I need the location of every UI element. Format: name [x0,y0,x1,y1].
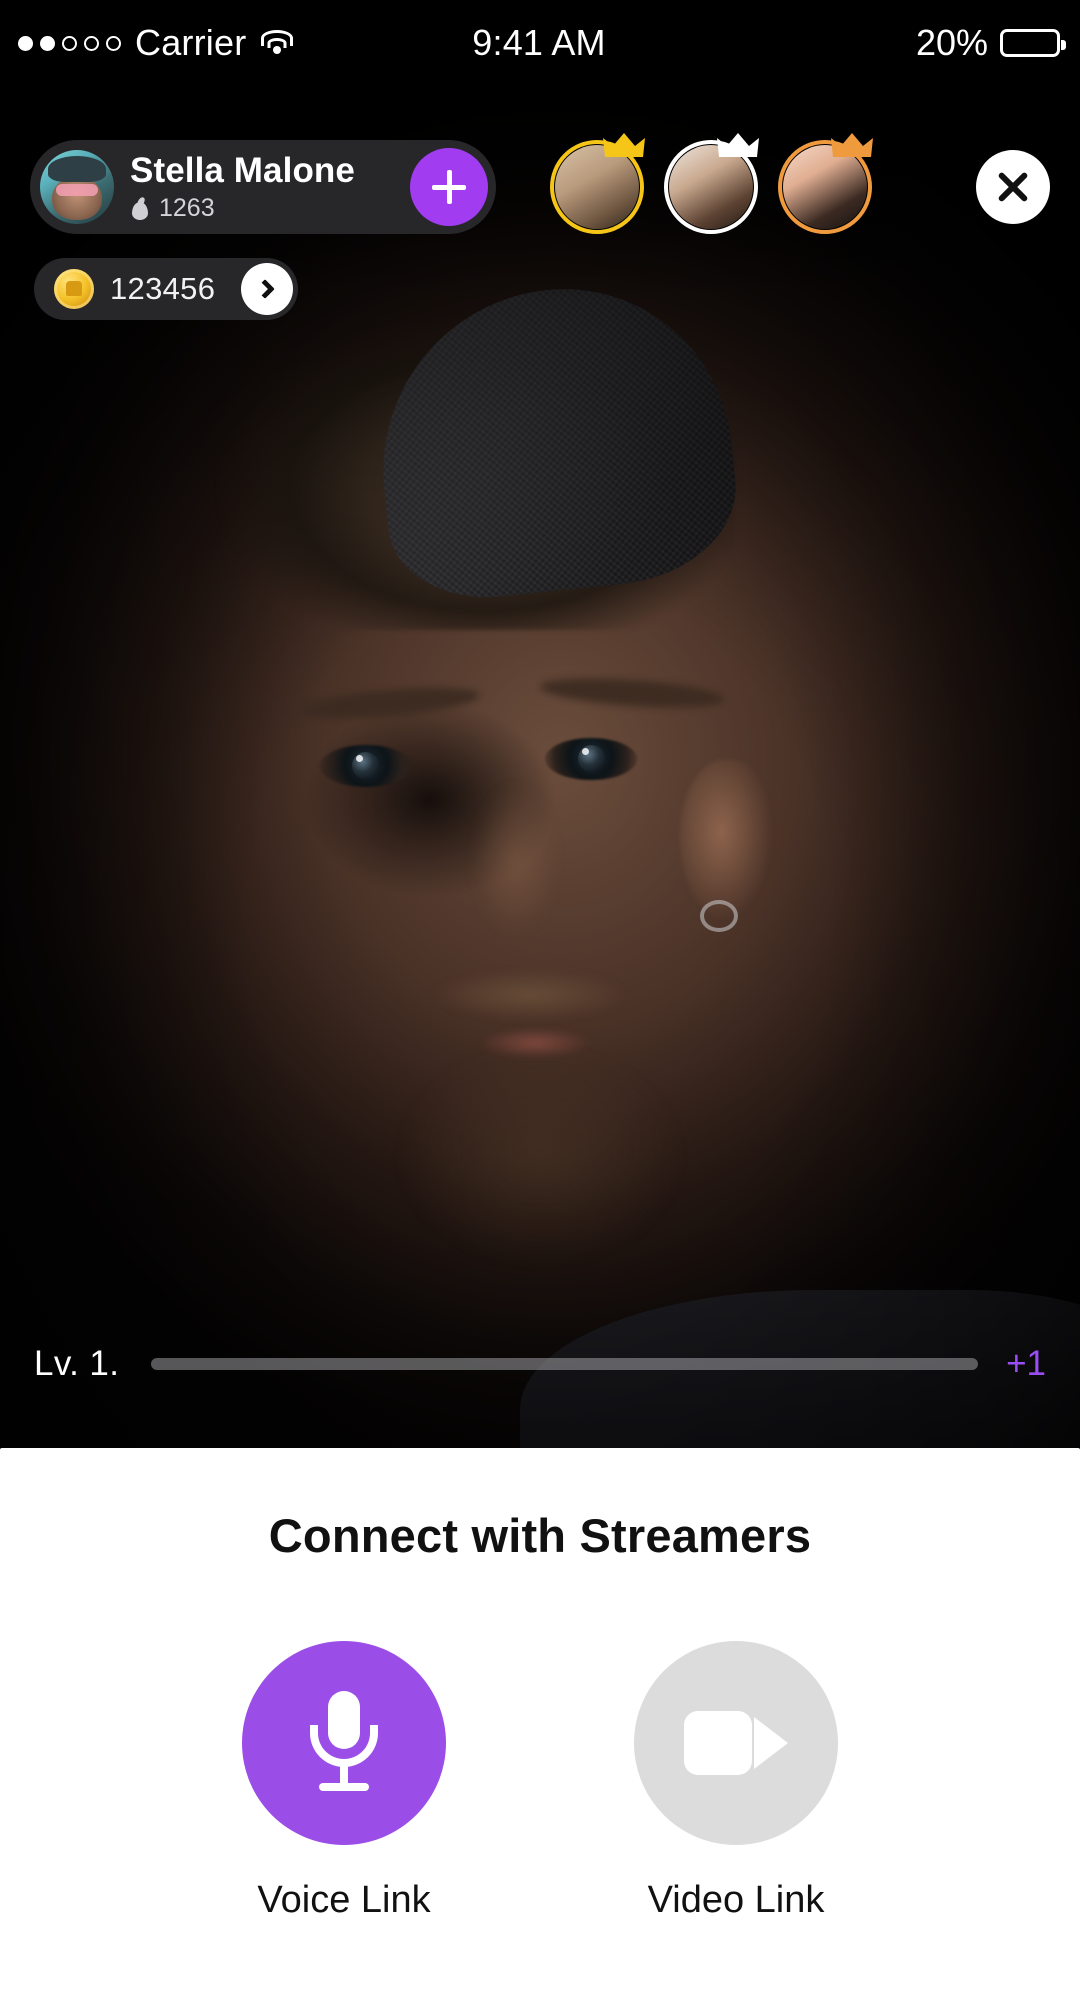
video-camera-icon [684,1711,788,1775]
stream-header: Stella Malone 1263 123456 [0,133,1080,320]
status-bar-left: Carrier [0,22,472,64]
coin-recharge-button[interactable] [241,263,294,315]
close-button[interactable] [976,150,1050,224]
silver-crown-icon [717,133,759,157]
top-viewer-1[interactable] [550,133,645,234]
connect-options: Voice Link Video Link [0,1641,1080,1922]
status-bar-right: 20% [606,22,1080,64]
battery-icon [1000,29,1067,57]
voice-link-button[interactable] [242,1641,446,1845]
top-viewer-2[interactable] [664,133,759,234]
level-track[interactable] [151,1358,979,1370]
heat-count: 1263 [159,194,215,222]
coin-balance: 123456 [110,271,216,306]
clock-label: 9:41 AM [472,22,606,63]
level-label: Lv. 1. [34,1344,120,1383]
top-viewers-list [550,133,873,234]
top-viewer-3[interactable] [778,133,873,234]
live-stream-screen: Carrier 9:41 AM 20% Stella Malone 1263 1… [0,0,1080,2000]
signal-strength-icon [18,35,121,51]
voice-link-option[interactable]: Voice Link [242,1641,446,1922]
gold-crown-icon [603,133,645,157]
chevron-right-icon [255,279,276,299]
voice-link-label: Voice Link [257,1879,431,1921]
video-link-option[interactable]: Video Link [634,1641,838,1922]
streamer-name: Stella Malone [130,151,355,190]
video-link-button[interactable] [634,1641,838,1845]
wifi-icon [260,30,294,56]
video-link-label: Video Link [647,1879,825,1921]
stream-header-row: Stella Malone 1263 [0,133,1080,234]
connect-bottom-sheet: Connect with Streamers Voice Link Video … [0,1448,1080,2000]
microphone-icon [307,1691,381,1795]
streamer-avatar[interactable] [40,150,114,224]
carrier-label: Carrier [135,22,247,63]
battery-percent-label: 20% [915,22,989,63]
level-increment-label: +1 [1006,1344,1046,1383]
sheet-title: Connect with Streamers [268,1509,812,1562]
streamer-text: Stella Malone 1263 [114,151,373,223]
level-progress-bar: Lv. 1. +1 [0,1318,1080,1410]
streamer-info-card[interactable]: Stella Malone 1263 [30,140,496,234]
coin-icon [54,269,94,309]
follow-button[interactable] [410,148,488,226]
status-bar: Carrier 9:41 AM 20% [0,0,1080,86]
coin-balance-pill[interactable]: 123456 [34,258,299,320]
flame-icon [130,197,150,221]
streamer-heat: 1263 [130,194,355,223]
bronze-crown-icon [831,133,873,157]
